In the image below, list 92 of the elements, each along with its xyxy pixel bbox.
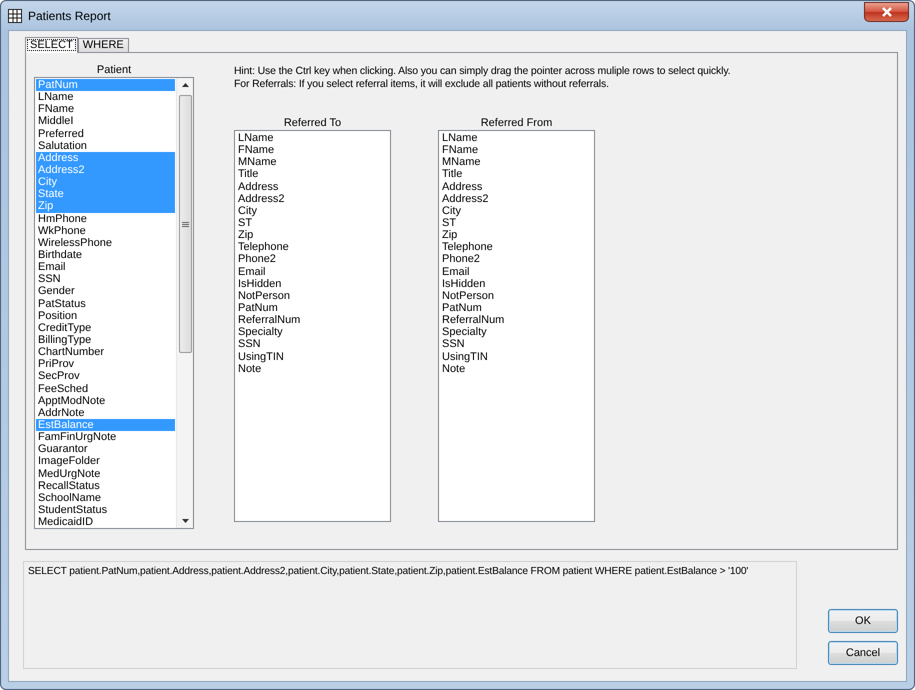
list-item[interactable]: Note <box>440 362 593 375</box>
sql-text-box[interactable]: SELECT patient.PatNum,patient.Address,patient.Address2,patient.City,patient.State,patient.Zip,patient.EstBalance FROM patient WHERE patient.EstBalance > '100' <box>23 561 797 669</box>
list-item[interactable]: Telephone <box>236 241 389 254</box>
list-label: Referred From <box>480 116 554 130</box>
close-icon <box>880 6 892 16</box>
referral-list[interactable]: LName FName MName Title Address Address2 City ST Zip Telephone Phone2 Email IsHidden NotPerson PatNum ReferralNum Specialty SSN UsingTIN Note <box>234 130 391 522</box>
list-item[interactable]: SecProv <box>36 370 175 383</box>
list-item[interactable]: Zip <box>440 229 593 242</box>
list-item[interactable]: Zip <box>236 229 389 242</box>
list-item[interactable]: Address <box>440 180 593 193</box>
referral-list[interactable]: LName FName MName Title Address Address2 City ST Zip Telephone Phone2 Email IsHidden NotPerson PatNum ReferralNum Specialty SSN UsingTIN Note <box>438 130 595 522</box>
list-item[interactable]: PatNum <box>440 302 593 314</box>
list-item[interactable]: Birthdate <box>36 248 175 262</box>
list-item[interactable]: FamFinUrgNote <box>36 431 175 444</box>
list-item[interactable]: MName <box>440 156 593 168</box>
list-item[interactable]: PatStatus <box>36 298 175 310</box>
list-item[interactable]: NotPerson <box>440 290 593 302</box>
list-item[interactable]: NotPerson <box>236 290 389 302</box>
scroll-up-icon[interactable] <box>182 83 188 87</box>
list-item[interactable]: IsHidden <box>236 278 389 290</box>
scrollbar[interactable] <box>176 78 193 528</box>
list-item[interactable]: AddrNote <box>36 406 175 419</box>
list-item[interactable]: ApptModNote <box>36 394 175 407</box>
list-item[interactable]: IsHidden <box>440 278 593 290</box>
list-item[interactable]: ST <box>236 216 389 230</box>
list-item[interactable]: WirelessPhone <box>36 236 175 249</box>
list-item[interactable]: FeeSched <box>36 382 175 395</box>
list-item[interactable]: Title <box>440 168 593 181</box>
list-item[interactable]: UsingTIN <box>236 350 389 363</box>
dialog-button[interactable]: OK <box>828 609 898 633</box>
grid-icon <box>8 8 22 22</box>
list-item[interactable]: SchoolName <box>36 492 175 504</box>
dialog-button[interactable]: Cancel <box>828 641 898 665</box>
list-item[interactable]: Position <box>36 310 175 322</box>
list-item[interactable]: FName <box>440 144 593 156</box>
list-item[interactable]: Telephone <box>440 241 593 254</box>
list-item[interactable]: Preferred <box>36 128 175 140</box>
list-label: Patient <box>96 63 132 77</box>
list-item[interactable]: MiddleI <box>36 115 175 128</box>
list-item[interactable]: SSN <box>236 338 389 351</box>
list-item[interactable]: Specialty <box>236 326 389 338</box>
list-item[interactable]: Phone2 <box>236 253 389 266</box>
list-item[interactable]: PatNum <box>236 302 389 314</box>
list-item[interactable]: ChartNumber <box>36 346 175 358</box>
list-item[interactable]: LName <box>440 132 593 144</box>
list-item[interactable]: ImageFolder <box>36 455 175 468</box>
list-item[interactable]: WkPhone <box>36 224 175 237</box>
list-item[interactable]: Title <box>236 168 389 181</box>
grip-icon <box>182 222 188 226</box>
list-item[interactable]: SSN <box>36 273 175 286</box>
tab[interactable]: WHERE <box>78 38 129 52</box>
list-item[interactable]: City <box>440 204 593 217</box>
list-item[interactable]: HmPhone <box>36 212 175 225</box>
list-item[interactable]: RecallStatus <box>36 480 175 492</box>
list-item[interactable]: Note <box>236 362 389 375</box>
list-item[interactable]: ST <box>440 216 593 230</box>
list-item[interactable]: Gender <box>36 285 175 298</box>
list-item[interactable]: Guarantor <box>36 443 175 456</box>
list-item[interactable]: Email <box>236 266 389 278</box>
list-item[interactable]: Phone2 <box>440 253 593 266</box>
list-item[interactable]: CreditType <box>36 322 175 334</box>
window-title: Patients Report <box>28 8 111 22</box>
list-item[interactable]: Specialty <box>440 326 593 338</box>
list-item[interactable]: ReferralNum <box>236 314 389 326</box>
list-item[interactable]: Address2 <box>440 192 593 205</box>
list-item[interactable]: LName <box>36 91 175 104</box>
list-item[interactable]: City <box>236 204 389 217</box>
patient-list[interactable] <box>34 77 194 529</box>
list-item[interactable]: SSN <box>440 338 593 351</box>
list-item[interactable]: Email <box>440 266 593 278</box>
list-item[interactable]: PriProv <box>36 358 175 370</box>
list-item[interactable]: FName <box>236 144 389 156</box>
list-item[interactable]: ReferralNum <box>440 314 593 326</box>
list-item[interactable]: MedUrgNote <box>36 468 175 480</box>
scroll-down-icon[interactable] <box>182 519 188 523</box>
list-item[interactable]: UsingTIN <box>440 350 593 363</box>
list-item[interactable]: StudentStatus <box>36 504 175 516</box>
list-item[interactable]: Address <box>236 180 389 193</box>
list-item[interactable]: LName <box>236 132 389 144</box>
hint-text: For Referrals: If you select referral items, it will exclude all patients without referrals. <box>234 78 610 91</box>
list-label: Referred To <box>282 116 342 130</box>
list-item[interactable]: FName <box>36 103 175 116</box>
list-item[interactable]: Address2 <box>236 192 389 205</box>
tab[interactable]: SELECT <box>25 37 78 53</box>
list-item[interactable]: MedicaidID <box>36 516 175 528</box>
list-item[interactable]: BillingType <box>36 334 175 346</box>
list-item[interactable]: Salutation <box>36 140 175 152</box>
hint-text: Hint: Use the Ctrl key when clicking. Also you can simply drag the pointer across muliple rows to select quickly. <box>234 65 730 78</box>
close-button[interactable] <box>864 2 909 22</box>
scrollbar-thumb[interactable] <box>178 95 192 353</box>
list-item[interactable]: Email <box>36 261 175 274</box>
list-item[interactable]: MName <box>236 156 389 168</box>
